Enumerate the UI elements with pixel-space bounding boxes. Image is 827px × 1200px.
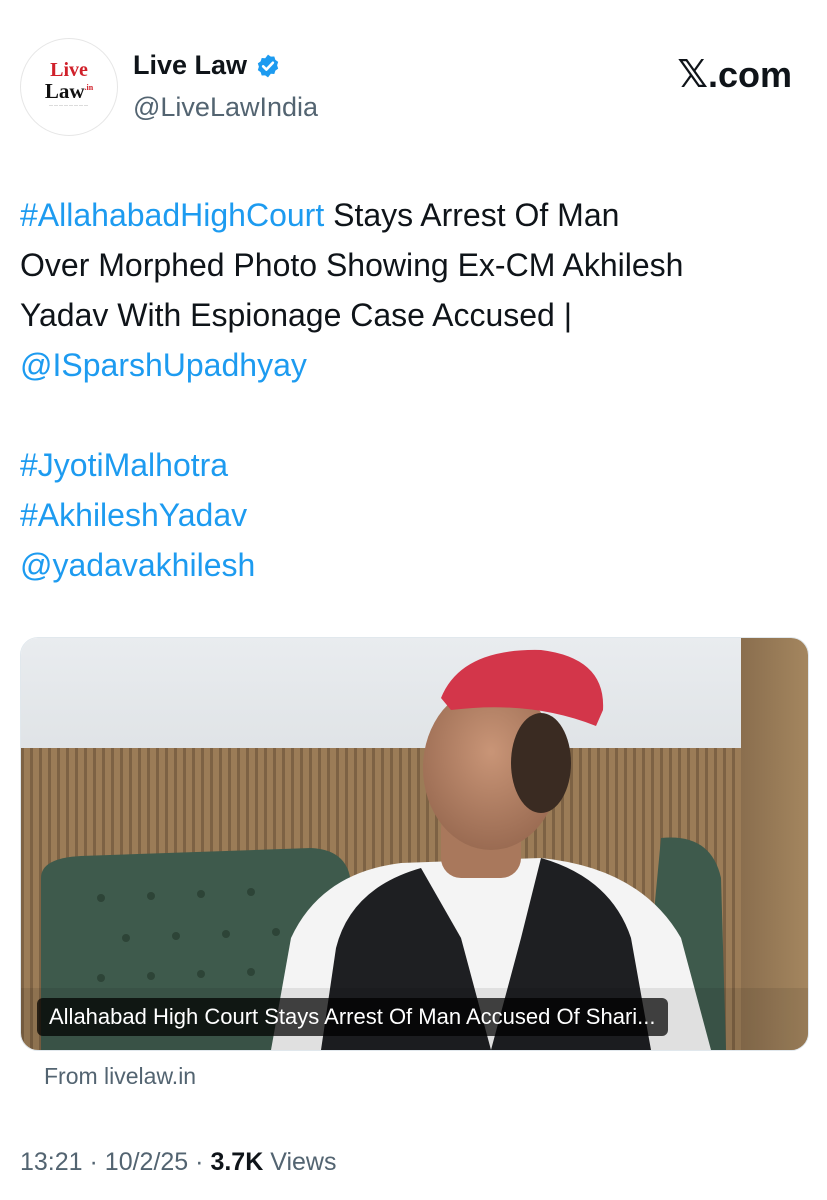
hashtag-jyotimalhotra[interactable]: #JyotiMalhotra (20, 440, 810, 490)
card-photo (21, 638, 808, 1050)
avatar-logo-law: Law.in (44, 79, 94, 103)
x-com-suffix: .com (707, 54, 792, 95)
tweet-header: Live Law.in ———————— Live Law @LiveLawIn… (20, 38, 810, 138)
tweet-line-3: Yadav With Espionage Case Accused | (20, 297, 573, 333)
meta-separator: · (89, 1148, 98, 1176)
tweet-line-2: Over Morphed Photo Showing Ex-CM Akhiles… (20, 247, 684, 283)
views-count[interactable]: 3.7K (210, 1148, 263, 1176)
link-preview-card[interactable]: Allahabad High Court Stays Arrest Of Man… (20, 637, 809, 1051)
hashtag-akhileshyadav[interactable]: #AkhileshYadav (20, 490, 810, 540)
card-caption: Allahabad High Court Stays Arrest Of Man… (37, 998, 668, 1036)
author-avatar[interactable]: Live Law.in ———————— (20, 38, 118, 136)
hashtag-allahabadhighcourt[interactable]: #AllahabadHighCourt (20, 197, 324, 233)
tweet-time[interactable]: 13:21 (20, 1148, 83, 1176)
tweet-meta: 13:21 · 10/2/25 · 3.7K Views (20, 1148, 336, 1177)
x-logo-icon: 𝕏 (677, 52, 708, 96)
author-name-row: Live Law (133, 50, 281, 81)
meta-separator: · (195, 1148, 204, 1176)
author-handle[interactable]: @LiveLawIndia (133, 92, 318, 123)
mention-yadavakhilesh[interactable]: @yadavakhilesh (20, 540, 810, 590)
x-com-logo: 𝕏 .com (677, 52, 792, 96)
views-label: Views (270, 1148, 337, 1176)
author-display-name[interactable]: Live Law (133, 50, 247, 81)
wall-background (21, 638, 808, 758)
tweet-body: #AllahabadHighCourt Stays Arrest Of Man … (20, 190, 810, 590)
mention-isparshupadhyay[interactable]: @ISparshUpadhyay (20, 340, 810, 390)
hair (511, 713, 571, 813)
avatar-logo-live: Live (50, 59, 88, 81)
card-source-link[interactable]: From livelaw.in (44, 1063, 196, 1090)
avatar-logo-tagline: ———————— (49, 102, 89, 107)
tweet-text-segment: Stays Arrest Of Man (324, 197, 620, 233)
verified-badge-icon (257, 54, 279, 77)
tweet-date[interactable]: 10/2/25 (105, 1148, 188, 1176)
tweet-line-1: #AllahabadHighCourt Stays Arrest Of Man (20, 190, 810, 240)
